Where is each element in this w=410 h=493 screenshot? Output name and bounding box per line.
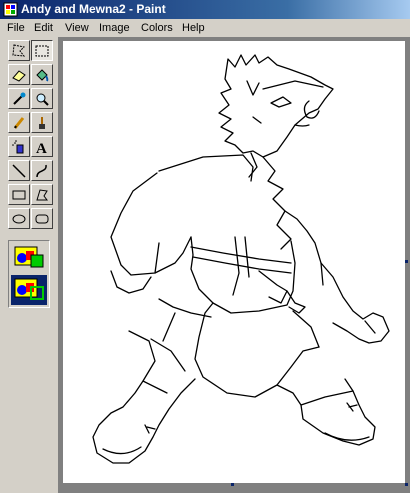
brush-tool[interactable] — [31, 112, 53, 133]
polygon-tool[interactable] — [31, 184, 53, 205]
menu-colors[interactable]: Colors — [141, 21, 173, 35]
airbrush-icon — [12, 140, 24, 154]
character-line-drawing — [92, 54, 390, 464]
curve-tool[interactable] — [31, 160, 53, 181]
window-title: Andy and Mewna2 - Paint — [21, 2, 166, 16]
title-bar: Andy and Mewna2 - Paint — [0, 0, 410, 19]
transparent-background-option[interactable] — [11, 275, 47, 305]
pencil-tool[interactable] — [8, 112, 30, 133]
ellipse-tool[interactable] — [8, 208, 30, 229]
menu-file[interactable]: File — [7, 21, 25, 35]
brush-icon — [39, 117, 45, 129]
polygon-icon — [36, 189, 48, 201]
free-form-select-tool[interactable] — [8, 40, 30, 61]
curve-icon — [36, 164, 47, 178]
rounded-rect-tool[interactable] — [31, 208, 53, 229]
transparent-selection-icon — [14, 278, 44, 300]
rect-select-tool[interactable] — [31, 40, 53, 61]
ellipse-icon — [12, 214, 26, 224]
tool-options-box — [8, 240, 50, 308]
line-icon — [12, 164, 26, 178]
menu-help[interactable]: Help — [182, 21, 205, 35]
opaque-selection-icon — [14, 246, 44, 268]
svg-text:A: A — [36, 141, 47, 155]
menu-edit[interactable]: Edit — [34, 21, 53, 35]
magnifier-icon — [36, 93, 49, 106]
color-picker-tool[interactable] — [8, 88, 30, 109]
free-form-select-icon — [12, 44, 26, 57]
workspace — [59, 37, 410, 493]
opaque-background-option[interactable] — [11, 243, 47, 273]
drawing-canvas[interactable] — [63, 41, 405, 483]
resize-handle-bottom[interactable] — [231, 483, 234, 486]
fill-bucket-tool[interactable] — [31, 64, 53, 85]
pencil-icon — [13, 117, 25, 129]
menu-view[interactable]: View — [65, 21, 89, 35]
line-tool[interactable] — [8, 160, 30, 181]
rectangle-tool[interactable] — [8, 184, 30, 205]
airbrush-tool[interactable] — [8, 136, 30, 157]
resize-handle-right[interactable] — [405, 260, 408, 263]
rounded-rect-icon — [35, 214, 49, 224]
menu-bar: File Edit View Image Colors Help — [0, 19, 410, 37]
tool-box: A — [0, 37, 59, 493]
resize-handle-corner[interactable] — [405, 483, 408, 486]
menu-image[interactable]: Image — [99, 21, 130, 35]
rectangle-icon — [12, 190, 26, 200]
eraser-tool[interactable] — [8, 64, 30, 85]
text-tool[interactable]: A — [31, 136, 53, 157]
magnifier-tool[interactable] — [31, 88, 53, 109]
rect-select-icon — [35, 45, 49, 57]
color-picker-icon — [13, 92, 26, 105]
text-tool-icon: A — [36, 141, 47, 155]
eraser-icon — [12, 70, 26, 82]
fill-bucket-icon — [36, 69, 49, 82]
paint-app-icon — [3, 2, 18, 17]
